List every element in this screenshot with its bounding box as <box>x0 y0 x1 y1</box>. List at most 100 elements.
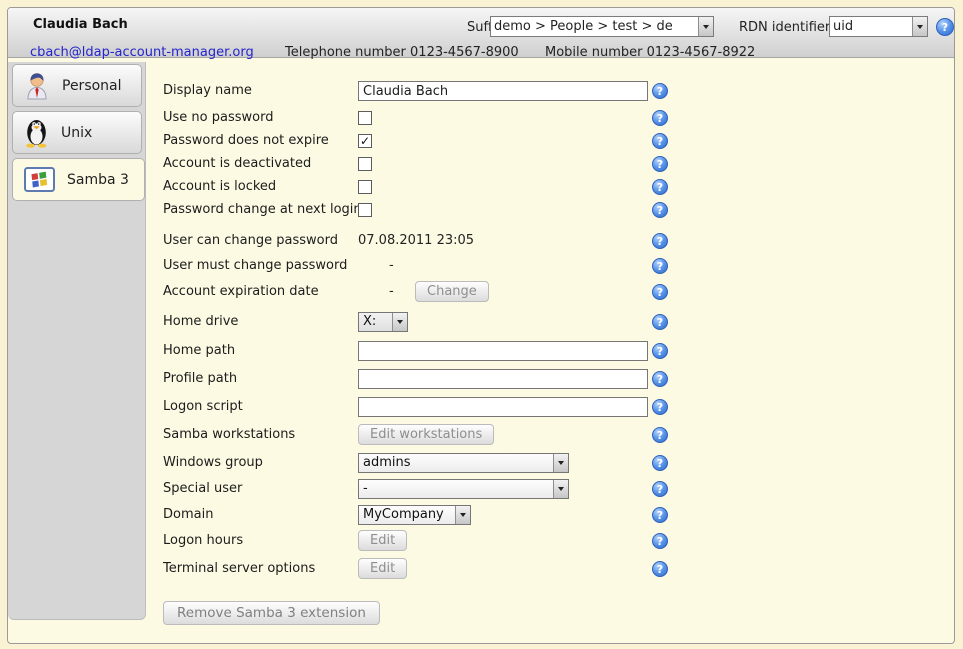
display-name-input[interactable] <box>358 81 648 101</box>
home-drive-select[interactable]: X: <box>358 312 408 332</box>
help-icon[interactable]: ? <box>652 343 668 359</box>
form-row-account-is-locked: Account is locked ? <box>163 176 723 198</box>
help-icon[interactable]: ? <box>652 399 668 415</box>
help-icon[interactable]: ? <box>652 110 668 126</box>
home-drive-value: X: <box>359 311 392 333</box>
account-expiration-date-value: - <box>389 281 394 303</box>
help-icon[interactable]: ? <box>652 202 668 218</box>
rdn-identifier-select[interactable]: uid <box>829 16 928 37</box>
form-row-domain: Domain MyCompany ? <box>163 504 723 526</box>
remove-samba3-extension-button[interactable]: Remove Samba 3 extension <box>163 601 380 625</box>
special-user-select[interactable]: - <box>358 479 569 499</box>
help-icon[interactable]: ? <box>652 427 668 443</box>
user-must-change-password-value: - <box>389 255 394 277</box>
form-row-display-name: Display name ? <box>163 80 723 102</box>
form-row-account-is-deactivated: Account is deactivated ? <box>163 153 723 175</box>
help-icon[interactable]: ? <box>652 133 668 149</box>
field-label: Windows group <box>163 452 263 474</box>
field-label: User can change password <box>163 230 338 252</box>
field-label: User must change password <box>163 255 347 277</box>
tab-unix[interactable]: Unix <box>12 111 142 154</box>
chevron-down-icon[interactable] <box>455 506 470 524</box>
user-can-change-password-value: 07.08.2011 23:05 <box>358 230 474 252</box>
form-row-windows-group: Windows group admins ? <box>163 452 723 474</box>
password-does-not-expire-checkbox[interactable]: ✓ <box>358 134 372 148</box>
domain-value: MyCompany <box>359 504 455 526</box>
field-label: Logon hours <box>163 530 243 552</box>
field-label: Password does not expire <box>163 130 329 152</box>
help-icon[interactable]: ? <box>652 507 668 523</box>
account-title: Claudia Bach <box>33 17 128 32</box>
form-row-use-no-password: Use no password ? <box>163 107 723 129</box>
field-label: Account is deactivated <box>163 153 311 175</box>
field-label: Display name <box>163 80 252 102</box>
form-row-logon-hours: Logon hours Edit ? <box>163 530 723 552</box>
password-change-at-next-login-checkbox[interactable] <box>358 203 372 217</box>
help-icon[interactable]: ? <box>652 371 668 387</box>
field-label: Special user <box>163 478 242 500</box>
tab-samba-3[interactable]: Samba 3 <box>12 158 145 201</box>
help-icon[interactable]: ? <box>652 481 668 497</box>
field-label: Account is locked <box>163 176 276 198</box>
help-icon[interactable]: ? <box>652 83 668 99</box>
form-row-logon-script: Logon script ? <box>163 396 723 418</box>
windows-group-select[interactable]: admins <box>358 453 569 473</box>
use-no-password-checkbox[interactable] <box>358 111 372 125</box>
chevron-down-icon[interactable] <box>553 480 568 498</box>
form-row-terminal-server-options: Terminal server options Edit ? <box>163 558 723 580</box>
form-row-password-does-not-expire: Password does not expire ✓ ? <box>163 130 723 152</box>
rdn-identifier-label: RDN identifier <box>739 20 830 35</box>
form-row-user-must-change-password: User must change password - ? <box>163 255 723 277</box>
help-icon[interactable]: ? <box>936 18 954 36</box>
chevron-down-icon[interactable] <box>392 313 407 331</box>
field-label: Account expiration date <box>163 281 319 303</box>
form-row-remove-extension: Remove Samba 3 extension <box>163 601 723 623</box>
edit-workstations-button[interactable]: Edit workstations <box>358 424 494 445</box>
main-panel: Claudia Bach Suffix demo > People > test… <box>7 7 955 644</box>
profile-path-input[interactable] <box>358 369 648 389</box>
form-row-account-expiration-date: Account expiration date - Change ? <box>163 281 723 303</box>
logon-script-input[interactable] <box>358 397 648 417</box>
help-icon[interactable]: ? <box>652 179 668 195</box>
edit-terminal-server-button[interactable]: Edit <box>358 558 407 579</box>
tab-personal[interactable]: Personal <box>12 64 142 107</box>
help-icon[interactable]: ? <box>652 455 668 471</box>
tux-penguin-icon <box>24 117 49 148</box>
tab-label: Personal <box>62 78 122 94</box>
home-path-input[interactable] <box>358 341 648 361</box>
help-icon[interactable]: ? <box>652 314 668 330</box>
help-icon[interactable]: ? <box>652 233 668 249</box>
change-expiration-button[interactable]: Change <box>415 281 489 302</box>
form-row-special-user: Special user - ? <box>163 478 723 500</box>
tab-label: Unix <box>61 125 92 141</box>
chevron-down-icon[interactable] <box>912 17 927 36</box>
account-is-deactivated-checkbox[interactable] <box>358 157 372 171</box>
windows-logo-icon <box>24 167 55 192</box>
field-label: Domain <box>163 504 213 526</box>
edit-logon-hours-button[interactable]: Edit <box>358 530 407 551</box>
field-label: Home path <box>163 340 235 362</box>
domain-select[interactable]: MyCompany <box>358 505 471 525</box>
form-row-user-can-change-password: User can change password 07.08.2011 23:0… <box>163 230 723 252</box>
form-row-profile-path: Profile path ? <box>163 368 723 390</box>
chevron-down-icon[interactable] <box>553 454 568 472</box>
help-icon[interactable]: ? <box>652 561 668 577</box>
help-icon[interactable]: ? <box>652 258 668 274</box>
special-user-value: - <box>359 478 553 500</box>
help-icon[interactable]: ? <box>652 533 668 549</box>
field-label: Logon script <box>163 396 243 418</box>
person-icon <box>24 71 50 100</box>
samba3-form: Display name ? Use no password ? Passwor… <box>163 8 743 645</box>
help-icon[interactable]: ? <box>652 284 668 300</box>
form-row-password-change-at-next-login: Password change at next login ? <box>163 199 723 221</box>
help-icon[interactable]: ? <box>652 156 668 172</box>
field-label: Terminal server options <box>163 558 315 580</box>
form-row-samba-workstations: Samba workstations Edit workstations ? <box>163 424 723 446</box>
windows-group-value: admins <box>359 452 553 474</box>
field-label: Samba workstations <box>163 424 295 446</box>
module-tab-sidebar: Personal Unix <box>8 62 146 620</box>
form-row-home-path: Home path ? <box>163 340 723 362</box>
rdn-select-value: uid <box>830 19 912 34</box>
account-is-locked-checkbox[interactable] <box>358 180 372 194</box>
form-row-home-drive: Home drive X: ? <box>163 311 723 333</box>
